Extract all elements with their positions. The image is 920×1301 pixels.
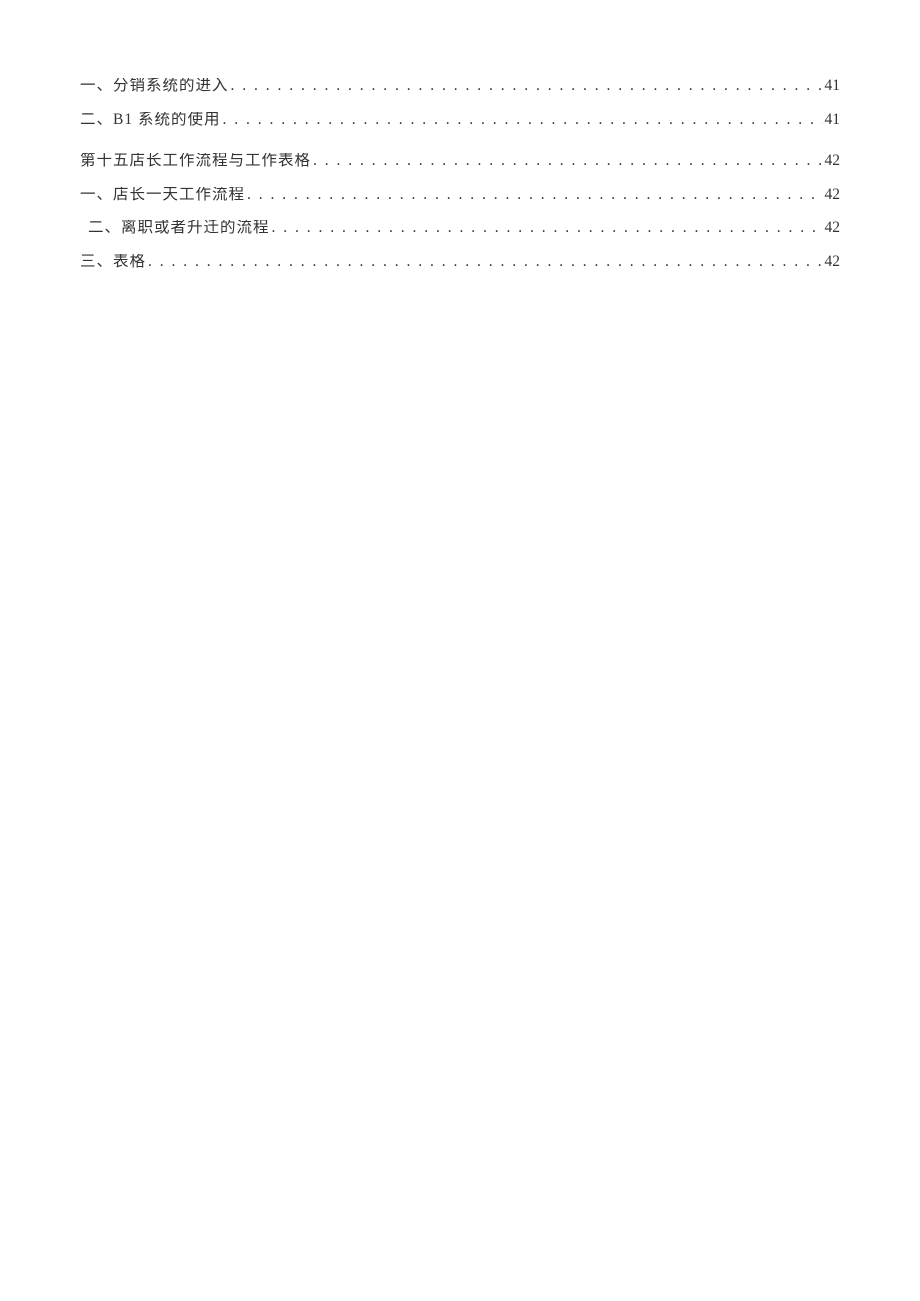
toc-entry-page: 41 (823, 78, 841, 94)
toc-entry-page: 41 (823, 112, 841, 128)
toc-entry: 三、表格 42 (80, 254, 840, 270)
toc-entry-label: 三、表格 (80, 254, 146, 270)
toc-leader-dots (311, 153, 822, 169)
toc-entry-label: 一、分销系统的进入 (80, 78, 229, 94)
toc-leader-dots (220, 112, 822, 128)
toc-leader-dots (270, 220, 823, 236)
toc-entry: 第十五店长工作流程与工作表格 42 (80, 153, 840, 169)
toc-entry-page: 42 (823, 187, 841, 203)
toc-entry-label: 一、店长一天工作流程 (80, 187, 245, 203)
toc-leader-dots (229, 78, 823, 94)
toc-entry-page: 42 (823, 254, 841, 270)
toc-leader-dots (146, 254, 822, 270)
toc-block-2: 第十五店长工作流程与工作表格 42 一、店长一天工作流程 42 二、离职或者升迁… (80, 153, 840, 269)
toc-block-1: 一、分销系统的进入 41 二、B1 系统的使用 41 (80, 78, 840, 127)
toc-entry: 一、分销系统的进入 41 (80, 78, 840, 94)
toc-entry-page: 42 (823, 153, 841, 169)
toc-entry: 二、B1 系统的使用 41 (80, 112, 840, 128)
toc-entry-page: 42 (823, 220, 841, 236)
toc-entry-label: 二、B1 系统的使用 (80, 112, 220, 128)
toc-entry-label: 第十五店长工作流程与工作表格 (80, 153, 311, 169)
document-page: 一、分销系统的进入 41 二、B1 系统的使用 41 第十五店长工作流程与工作表… (0, 0, 920, 269)
toc-entry: 二、离职或者升迁的流程 42 (80, 220, 840, 236)
toc-entry-label: 二、离职或者升迁的流程 (80, 220, 270, 236)
toc-entry: 一、店长一天工作流程 42 (80, 187, 840, 203)
toc-leader-dots (245, 187, 822, 203)
